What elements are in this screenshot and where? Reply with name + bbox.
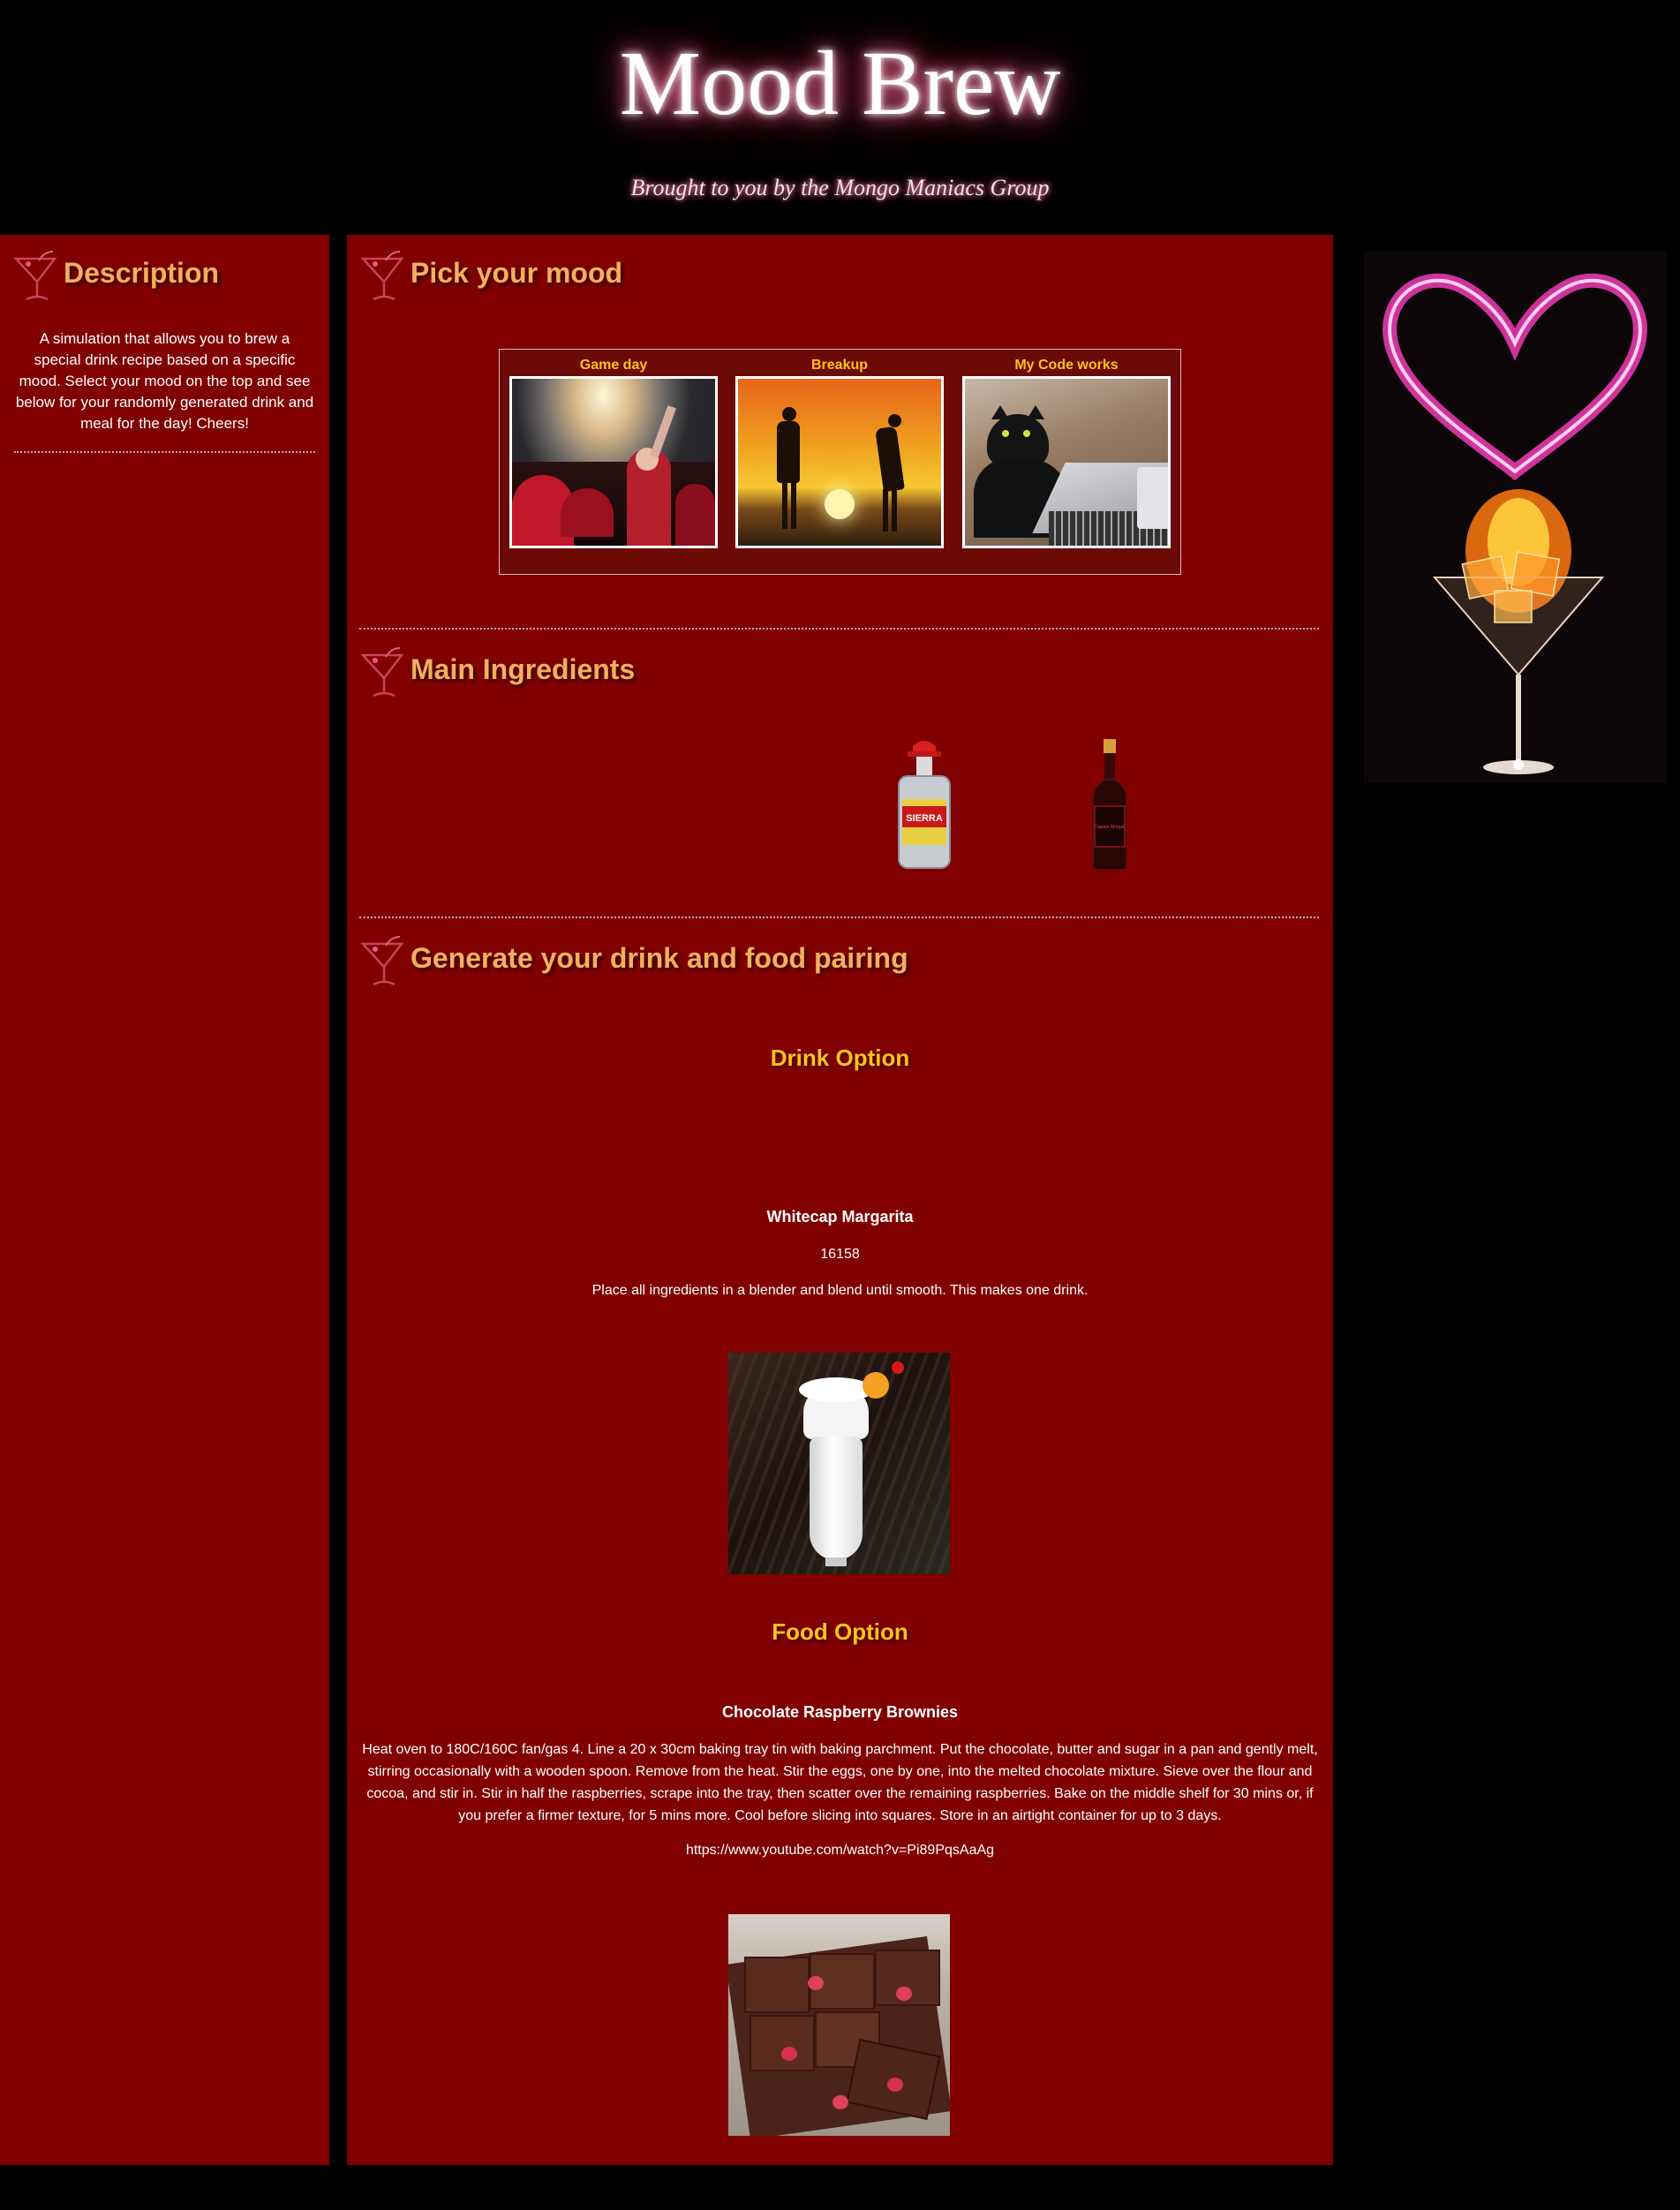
rum-bottle-label: Captain Morgan	[1094, 825, 1126, 830]
food-instructions: Heat oven to 180C/160C fan/gas 4. Line a…	[362, 1742, 1318, 1823]
drink-instructions: Place all ingredients in a blender and b…	[591, 1283, 1089, 1298]
divider	[359, 628, 1319, 630]
cocktail-glass-icon	[13, 251, 57, 301]
ingredients-heading: Main Ingredients	[411, 653, 636, 685]
description-panel: Description A simulation that allows you…	[0, 235, 329, 2165]
food-image	[728, 1914, 950, 2136]
mood-option-game-day[interactable]: Game day	[509, 355, 718, 548]
tequila-bottle-label: SIERRA	[906, 813, 943, 824]
mood-picker: Game day Breakup My Code works	[499, 349, 1181, 575]
divider	[14, 451, 315, 453]
mood-option-my-code-works[interactable]: My Code works	[962, 355, 1171, 548]
mood-option-breakup[interactable]: Breakup	[735, 355, 944, 548]
tequila-bottle-icon[interactable]: SIERRA	[893, 737, 955, 871]
food-option-title: Food Option	[772, 1618, 908, 1645]
pairing-heading: Generate your drink and food pairing	[411, 942, 908, 974]
divider	[359, 916, 1319, 918]
drink-name: Whitecap Margarita	[766, 1208, 914, 1226]
description-text: A simulation that allows you to brew a s…	[15, 330, 314, 432]
site-title: Mood Brew	[619, 33, 1061, 134]
flaming-heart-cocktail-image	[1364, 251, 1667, 783]
breakup-image[interactable]	[735, 376, 944, 548]
my-code-works-image[interactable]	[962, 376, 1171, 548]
site-header: Mood Brew Brought to you by the Mongo Ma…	[0, 0, 1680, 235]
mood-label: Breakup	[810, 358, 869, 373]
cocktail-glass-icon	[360, 647, 404, 698]
food-name: Chocolate Raspberry Brownies	[721, 1703, 959, 1721]
drink-id: 16158	[820, 1247, 860, 1262]
mood-heading: Pick your mood	[411, 257, 623, 289]
drink-option-title: Drink Option	[770, 1045, 910, 1071]
cocktail-glass-icon	[360, 936, 404, 986]
drink-image	[728, 1353, 950, 1574]
cocktail-glass-icon	[360, 251, 404, 301]
game-day-image[interactable]	[509, 376, 718, 548]
mood-label: Game day	[579, 358, 648, 373]
site-tagline: Brought to you by the Mongo Maniacs Grou…	[630, 175, 1050, 200]
description-heading: Description	[64, 257, 220, 289]
mood-label: My Code works	[1014, 358, 1119, 373]
rum-bottle-icon[interactable]: Captain Morgan	[1088, 737, 1132, 871]
food-video-link[interactable]: https://www.youtube.com/watch?v=Pi89PqsA…	[360, 1843, 1320, 1859]
